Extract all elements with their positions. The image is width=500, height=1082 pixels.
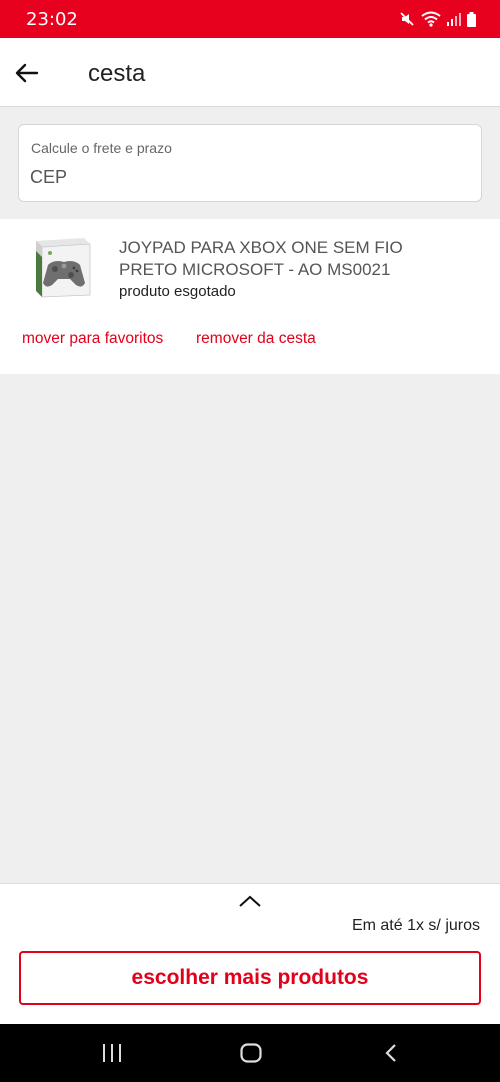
- home-button[interactable]: [231, 1038, 271, 1068]
- status-bar: 23:02: [0, 0, 500, 38]
- installments-text: Em até 1x s/ juros: [351, 917, 480, 934]
- expand-summary-button[interactable]: [235, 890, 265, 912]
- back-button[interactable]: [12, 58, 42, 88]
- back-icon: [385, 1044, 396, 1062]
- shipping-calculator: Calcule o frete e prazo: [18, 124, 482, 202]
- product-name[interactable]: JOYPAD PARA XBOX ONE SEM FIO PRETO MICRO…: [119, 237, 449, 281]
- system-back-button[interactable]: [371, 1038, 411, 1068]
- remove-from-cart-link[interactable]: remover da cesta: [196, 330, 316, 348]
- recents-icon: [103, 1044, 121, 1062]
- status-icons: [399, 10, 476, 28]
- system-nav-bar: [0, 1024, 500, 1082]
- home-icon: [240, 1043, 262, 1063]
- page-title: cesta: [88, 60, 146, 87]
- cep-input[interactable]: [30, 164, 470, 190]
- signal-icon: [447, 13, 461, 26]
- battery-icon: [467, 11, 476, 27]
- move-to-favorites-link[interactable]: mover para favoritos: [22, 330, 163, 348]
- status-time: 23:02: [26, 9, 78, 30]
- choose-more-products-button[interactable]: escolher mais produtos: [19, 951, 481, 1005]
- product-image[interactable]: [30, 235, 96, 299]
- recents-button[interactable]: [92, 1038, 132, 1068]
- product-status: produto esgotado: [119, 283, 236, 300]
- app-header: cesta: [0, 38, 500, 107]
- cart-summary: Em até 1x s/ juros escolher mais produto…: [0, 883, 500, 1024]
- arrow-left-icon: [15, 63, 39, 83]
- wifi-icon: [421, 11, 441, 27]
- shipping-label: Calcule o frete e prazo: [31, 140, 172, 156]
- mute-icon: [400, 12, 414, 26]
- chevron-up-icon: [239, 895, 261, 907]
- cart-item: JOYPAD PARA XBOX ONE SEM FIO PRETO MICRO…: [0, 219, 500, 374]
